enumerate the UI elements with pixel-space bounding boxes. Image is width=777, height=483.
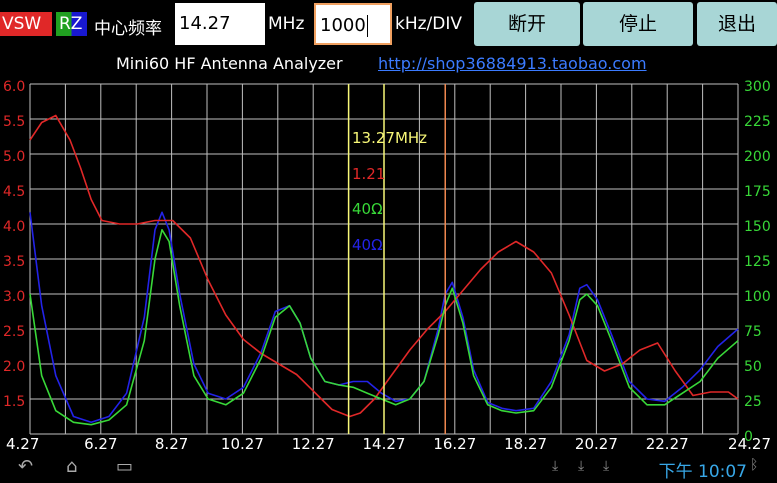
download-icon: ⤓ <box>603 458 610 474</box>
vsw-tab-label: VSW <box>2 14 42 34</box>
x-tick-label: 24.27 <box>728 435 771 452</box>
x-tick-label: 18.27 <box>504 435 547 452</box>
readout-z: 40Ω <box>352 236 383 254</box>
mhz-unit-label: MHz <box>268 14 305 34</box>
readout-freq: 13.27MHz <box>352 129 427 147</box>
text-cursor <box>366 15 368 37</box>
span-value: 1000 <box>320 15 366 36</box>
left-tick-label: 4.5 <box>3 184 25 200</box>
span-unit-label: kHz/DIV <box>395 14 463 34</box>
right-tick-label: 175 <box>744 184 771 200</box>
stop-button[interactable]: 停止 <box>583 2 693 46</box>
toolbar: VSW RZ 中心频率 14.27 MHz 1000 kHz/DIV 断开 停止… <box>0 0 777 50</box>
x-tick-label: 22.27 <box>646 435 689 452</box>
right-tick-label: 75 <box>744 324 762 340</box>
system-nav-bar: ↶ ⌂ ▭ ⤓ ⤓ ⤓ ᛒ 下午 10:07 <box>0 452 777 483</box>
home-icon[interactable]: ⌂ <box>66 456 77 477</box>
app-title: Mini60 HF Antenna Analyzer <box>116 54 343 73</box>
marker-readout: 13.27MHz 1.21 40Ω 40Ω <box>352 129 427 254</box>
left-tick-label: 2.0 <box>3 359 25 375</box>
right-tick-label: 100 <box>744 289 771 305</box>
left-tick-label: 2.5 <box>3 324 25 340</box>
left-tick-label: 5.0 <box>3 149 25 165</box>
x-tick-label: 10.27 <box>221 435 264 452</box>
analyzer-chart[interactable]: 6.0 5.5 5.0 4.5 4.0 3.5 3.0 2.5 2.0 1.5 300 225 200… <box>0 76 777 452</box>
left-tick-label: 3.5 <box>3 254 25 270</box>
vsw-tab[interactable]: VSW <box>0 12 52 36</box>
rz-tab-label: RZ <box>59 14 83 34</box>
span-input[interactable]: 1000 <box>314 3 392 45</box>
center-freq-input[interactable]: 14.27 <box>175 3 265 45</box>
rz-tab[interactable]: RZ <box>56 12 87 36</box>
shop-link[interactable]: http://shop36884913.taobao.com <box>378 54 647 73</box>
x-axis-ticks: 4.27 6.27 8.27 10.27 12.27 14.27 16.27 18.27 20.… <box>6 435 771 452</box>
left-tick-label: 3.0 <box>3 289 25 305</box>
x-tick-label: 4.27 <box>6 435 39 452</box>
center-freq-value: 14.27 <box>179 13 231 34</box>
recent-apps-icon[interactable]: ▭ <box>116 456 133 477</box>
x-tick-label: 12.27 <box>292 435 335 452</box>
x-tick-label: 16.27 <box>433 435 476 452</box>
download-icon: ⤓ <box>578 458 585 474</box>
right-tick-label: 25 <box>744 394 762 410</box>
center-freq-label: 中心频率 <box>94 19 162 39</box>
left-tick-label: 6.0 <box>3 79 25 95</box>
back-icon[interactable]: ↶ <box>18 456 33 477</box>
right-tick-label: 300 <box>744 79 771 95</box>
right-tick-label: 150 <box>744 219 771 235</box>
right-tick-label: 200 <box>744 149 771 165</box>
right-tick-label: 125 <box>744 254 771 270</box>
readout-r: 40Ω <box>352 200 383 218</box>
bluetooth-icon: ᛒ <box>750 457 759 473</box>
left-tick-label: 5.5 <box>3 114 25 130</box>
x-tick-label: 6.27 <box>84 435 117 452</box>
right-tick-label: 225 <box>744 114 771 130</box>
left-tick-label: 1.5 <box>3 394 25 410</box>
x-tick-label: 14.27 <box>363 435 406 452</box>
right-tick-label: 50 <box>744 359 762 375</box>
left-tick-label: 4.0 <box>3 219 25 235</box>
disconnect-button[interactable]: 断开 <box>474 2 580 46</box>
download-icon: ⤓ <box>552 458 559 474</box>
x-tick-label: 8.27 <box>155 435 188 452</box>
readout-vswr: 1.21 <box>352 165 385 183</box>
exit-button[interactable]: 退出 <box>697 2 777 46</box>
right-axis-ticks: 3002252001751501251007550250 <box>744 79 771 445</box>
status-clock: 下午 10:07 <box>658 462 747 482</box>
left-axis-ticks: 6.0 5.5 5.0 4.5 4.0 3.5 3.0 2.5 2.0 1.5 <box>3 79 25 410</box>
x-tick-label: 20.27 <box>575 435 618 452</box>
